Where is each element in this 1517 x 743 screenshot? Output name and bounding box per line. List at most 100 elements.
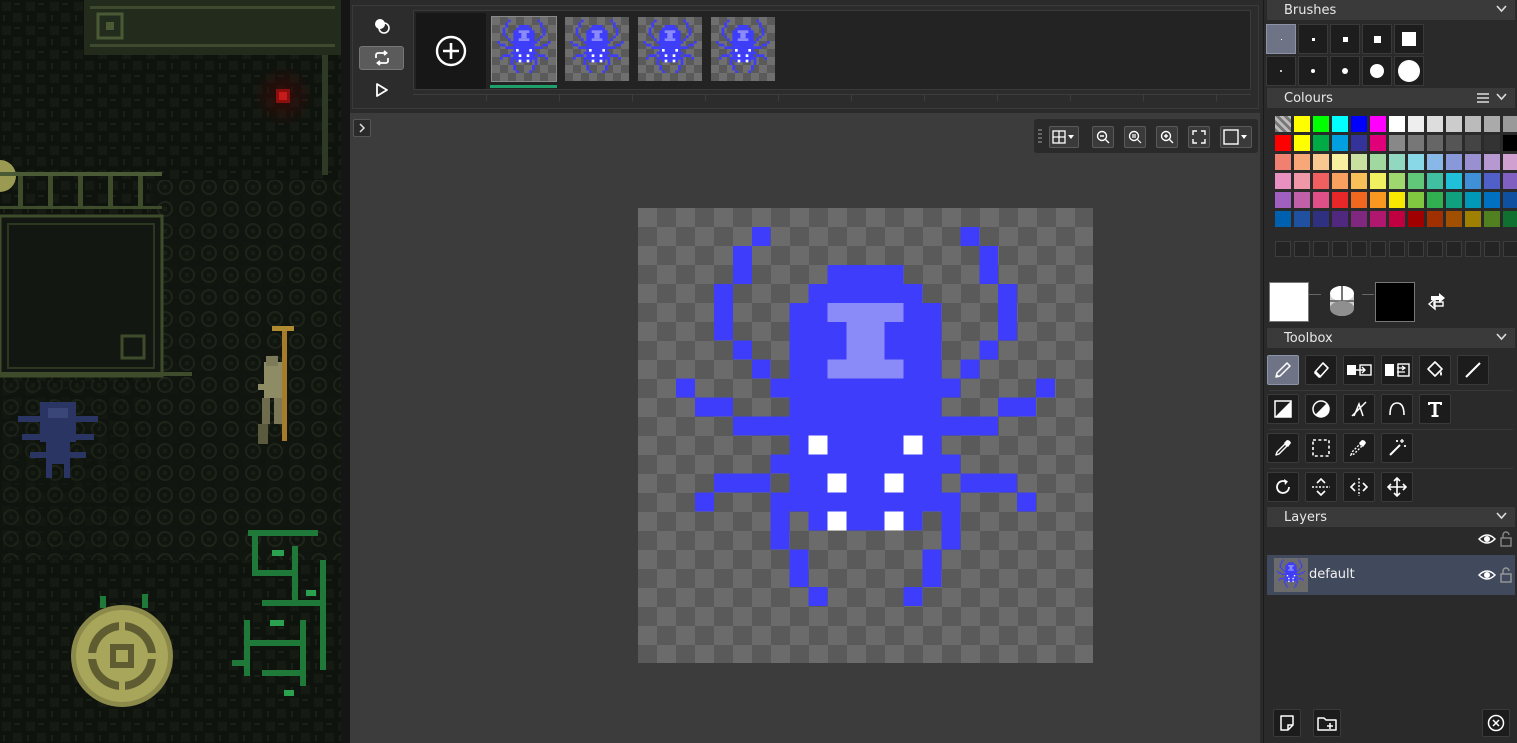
empty-palette-slot[interactable] bbox=[1408, 241, 1424, 257]
palette-swatch[interactable] bbox=[1408, 211, 1424, 227]
palette-swatch[interactable] bbox=[1427, 116, 1443, 132]
empty-palette-slot[interactable] bbox=[1332, 241, 1348, 257]
layer-row[interactable]: default bbox=[1267, 555, 1515, 595]
curve-tool[interactable] bbox=[1381, 394, 1413, 424]
play-button[interactable] bbox=[359, 78, 404, 102]
palette-swatch[interactable] bbox=[1484, 192, 1500, 208]
palette-swatch[interactable] bbox=[1332, 154, 1348, 170]
palette-swatch[interactable] bbox=[1389, 135, 1405, 151]
empty-palette-slot[interactable] bbox=[1313, 241, 1329, 257]
all-layers-lock-icon[interactable] bbox=[1500, 531, 1512, 547]
loop-button[interactable] bbox=[359, 46, 404, 70]
line-tool[interactable] bbox=[1457, 355, 1489, 385]
palette-swatch[interactable] bbox=[1389, 211, 1405, 227]
palette-swatch[interactable] bbox=[1389, 173, 1405, 189]
empty-palette-slot[interactable] bbox=[1351, 241, 1367, 257]
colours-panel-header[interactable]: Colours bbox=[1267, 88, 1515, 108]
move-tool[interactable] bbox=[1381, 472, 1413, 502]
brush-size-2[interactable] bbox=[1298, 24, 1328, 54]
flip-vertical-tool[interactable] bbox=[1305, 472, 1337, 502]
brushes-panel-header[interactable]: Brushes bbox=[1267, 0, 1515, 20]
palette-swatch[interactable] bbox=[1503, 154, 1517, 170]
palette-swatch[interactable] bbox=[1351, 211, 1367, 227]
zoom-reset-button[interactable] bbox=[1124, 126, 1146, 148]
frame-thumbnail-3[interactable] bbox=[638, 17, 702, 81]
palette-swatch[interactable] bbox=[1370, 154, 1386, 170]
palette-swatch[interactable] bbox=[1427, 173, 1443, 189]
palette-swatch[interactable] bbox=[1294, 173, 1310, 189]
palette-swatch[interactable] bbox=[1446, 135, 1462, 151]
darken-tool[interactable] bbox=[1305, 394, 1337, 424]
secondary-colour-swatch[interactable] bbox=[1375, 282, 1415, 322]
shading-tool[interactable] bbox=[1343, 394, 1375, 424]
palette-swatch[interactable] bbox=[1313, 192, 1329, 208]
palette-swatch[interactable] bbox=[1484, 154, 1500, 170]
palette-swatch[interactable] bbox=[1427, 192, 1443, 208]
palette-swatch[interactable] bbox=[1275, 135, 1291, 151]
palette-swatch[interactable] bbox=[1332, 192, 1348, 208]
palette-swatch[interactable] bbox=[1313, 211, 1329, 227]
brush-round-5[interactable] bbox=[1394, 56, 1424, 86]
hamburger-menu-icon[interactable] bbox=[1477, 93, 1489, 103]
palette-swatch[interactable] bbox=[1408, 173, 1424, 189]
zoom-in-button[interactable] bbox=[1156, 126, 1178, 148]
frame-thumbnail-4[interactable] bbox=[711, 17, 775, 81]
grid-toggle-button[interactable] bbox=[1049, 126, 1079, 148]
palette-swatch[interactable] bbox=[1332, 173, 1348, 189]
background-mode-button[interactable] bbox=[1220, 126, 1252, 148]
fit-to-screen-button[interactable] bbox=[1188, 126, 1210, 148]
palette-swatch[interactable] bbox=[1351, 173, 1367, 189]
palette-swatch[interactable] bbox=[1313, 173, 1329, 189]
palette-swatch[interactable] bbox=[1294, 116, 1310, 132]
palette-swatch[interactable] bbox=[1351, 154, 1367, 170]
palette-swatch[interactable] bbox=[1446, 211, 1462, 227]
viewport-divider[interactable] bbox=[341, 0, 350, 743]
palette-swatch[interactable] bbox=[1332, 135, 1348, 151]
delete-layer-button[interactable] bbox=[1482, 709, 1510, 737]
palette-swatch[interactable] bbox=[1503, 135, 1517, 151]
colour-picker-tool[interactable] bbox=[1267, 433, 1299, 463]
empty-palette-slot[interactable] bbox=[1389, 241, 1405, 257]
palette-swatch[interactable] bbox=[1465, 135, 1481, 151]
palette-swatch[interactable] bbox=[1313, 116, 1329, 132]
palette-swatch[interactable] bbox=[1484, 135, 1500, 151]
palette-swatch[interactable] bbox=[1465, 173, 1481, 189]
text-tool[interactable] bbox=[1419, 394, 1451, 424]
layer-visibility-icon[interactable] bbox=[1478, 568, 1496, 582]
empty-palette-slot[interactable] bbox=[1446, 241, 1462, 257]
palette-swatch[interactable] bbox=[1275, 211, 1291, 227]
palette-swatch[interactable] bbox=[1313, 154, 1329, 170]
replace-global-tool[interactable] bbox=[1381, 355, 1413, 385]
brush-round-4[interactable] bbox=[1362, 56, 1392, 86]
brush-size-5[interactable] bbox=[1394, 24, 1424, 54]
palette-swatch[interactable] bbox=[1446, 192, 1462, 208]
empty-palette-slot[interactable] bbox=[1503, 241, 1517, 257]
palette-swatch[interactable] bbox=[1484, 211, 1500, 227]
zoom-out-button[interactable] bbox=[1092, 126, 1114, 148]
all-layers-visibility-icon[interactable] bbox=[1478, 532, 1496, 546]
brush-round-1[interactable] bbox=[1266, 56, 1296, 86]
palette-swatch[interactable] bbox=[1389, 116, 1405, 132]
palette-swatch[interactable] bbox=[1332, 116, 1348, 132]
palette-swatch[interactable] bbox=[1484, 173, 1500, 189]
palette-swatch[interactable] bbox=[1446, 116, 1462, 132]
palette-swatch[interactable] bbox=[1370, 135, 1386, 151]
empty-palette-slot[interactable] bbox=[1275, 241, 1291, 257]
layers-panel-header[interactable]: Layers bbox=[1267, 507, 1515, 527]
sprite-canvas[interactable] bbox=[638, 208, 1093, 663]
empty-palette-slot[interactable] bbox=[1465, 241, 1481, 257]
empty-palette-slot[interactable] bbox=[1370, 241, 1386, 257]
add-layer-group-button[interactable] bbox=[1313, 709, 1341, 737]
palette-swatch[interactable] bbox=[1370, 211, 1386, 227]
palette-swatch[interactable] bbox=[1370, 173, 1386, 189]
palette-swatch[interactable] bbox=[1294, 135, 1310, 151]
palette-swatch[interactable] bbox=[1503, 116, 1517, 132]
palette-swatch[interactable] bbox=[1294, 192, 1310, 208]
palette-swatch[interactable] bbox=[1313, 135, 1329, 151]
layer-lock-icon[interactable] bbox=[1500, 567, 1512, 583]
palette-swatch[interactable] bbox=[1503, 173, 1517, 189]
palette-swatch[interactable] bbox=[1408, 192, 1424, 208]
flip-horizontal-tool[interactable] bbox=[1343, 472, 1375, 502]
bucket-tool[interactable] bbox=[1419, 355, 1451, 385]
palette-swatch[interactable] bbox=[1503, 192, 1517, 208]
